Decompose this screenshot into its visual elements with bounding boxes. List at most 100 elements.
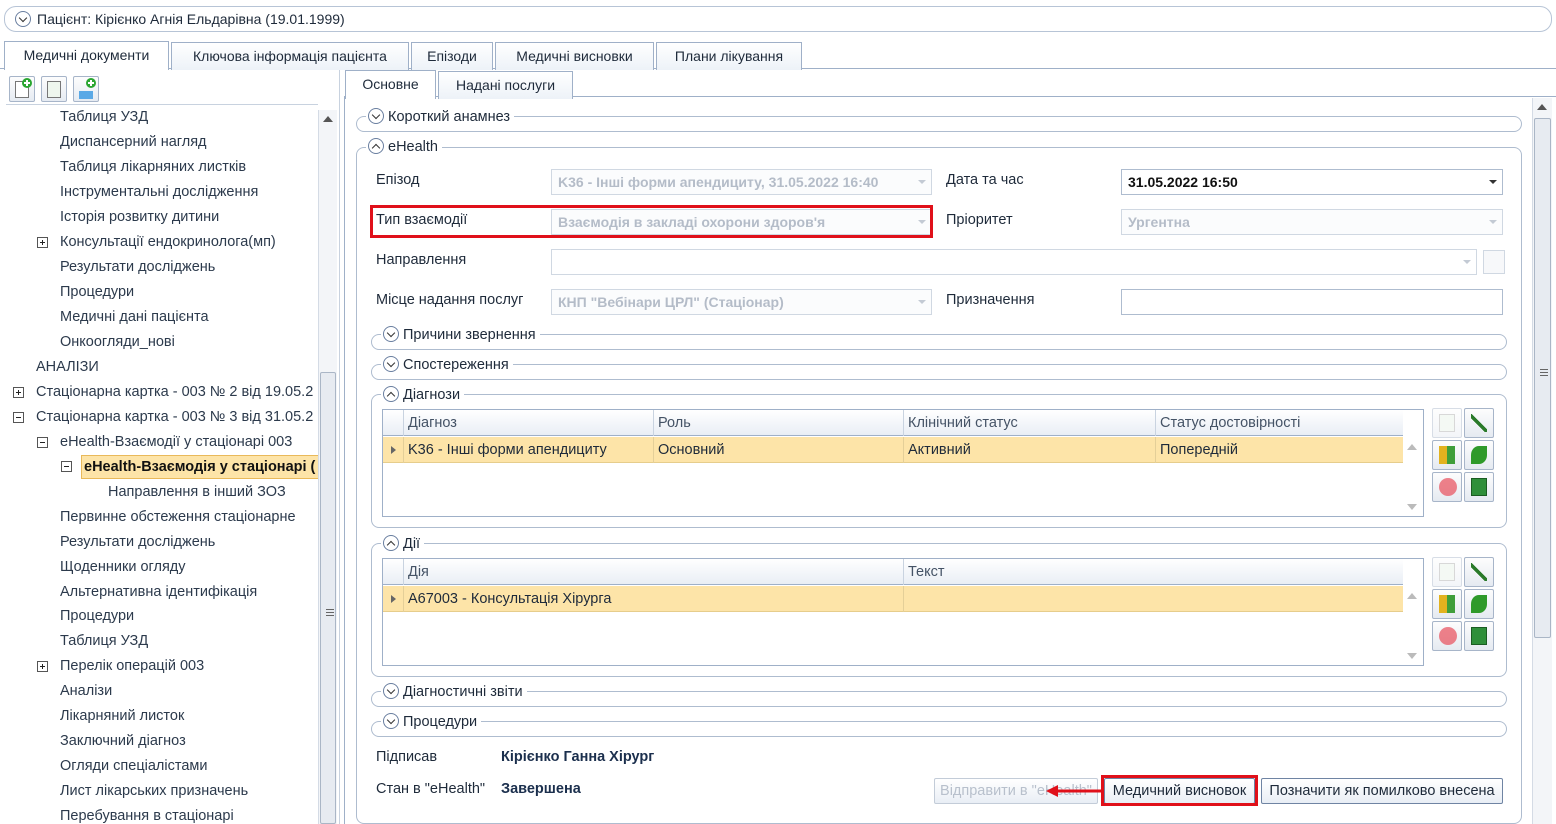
datetime-picker[interactable]: 31.05.2022 16:50 bbox=[1121, 169, 1503, 195]
expand-plus-icon[interactable] bbox=[37, 237, 48, 248]
tree-item[interactable]: Огляди спеціалістами bbox=[60, 755, 207, 779]
tree-item[interactable]: Перелік операцій 003 bbox=[60, 655, 204, 679]
link-button[interactable] bbox=[1464, 589, 1494, 619]
tab-medical-documents[interactable]: Медичні документи bbox=[4, 41, 169, 70]
tree-item[interactable]: Консультації ендокринолога(мп) bbox=[60, 231, 276, 255]
column-text[interactable]: Текст bbox=[903, 559, 1403, 585]
add-document-button[interactable] bbox=[9, 76, 35, 102]
tree-scroll-thumb[interactable] bbox=[320, 372, 336, 824]
tab-provided-services[interactable]: Надані послуги bbox=[438, 71, 573, 99]
collapse-minus-icon[interactable] bbox=[61, 461, 72, 472]
short-anamnesis-header[interactable]: Короткий анамнез bbox=[366, 107, 515, 126]
chevron-up-icon[interactable] bbox=[383, 534, 399, 551]
observations-header[interactable]: Спостереження bbox=[381, 355, 513, 374]
tree-item[interactable]: Таблиця лікарняних листків bbox=[60, 156, 246, 180]
tree-item[interactable]: Медичні дані пацієнта bbox=[60, 306, 209, 330]
tree-item[interactable]: Лист лікарських призначень bbox=[60, 780, 248, 804]
collapse-minus-icon[interactable] bbox=[37, 437, 48, 448]
delete-button[interactable] bbox=[1432, 621, 1462, 651]
tree-item[interactable]: Заключний діагноз bbox=[60, 730, 186, 754]
chevron-down-icon[interactable] bbox=[383, 355, 399, 372]
delete-button[interactable] bbox=[1432, 472, 1462, 502]
add-diagnosis-button[interactable] bbox=[1432, 408, 1462, 438]
tree-scrollbar[interactable] bbox=[318, 110, 337, 824]
add-copy-button[interactable] bbox=[41, 76, 67, 102]
scroll-up-arrow-icon[interactable] bbox=[1407, 444, 1417, 450]
books-button[interactable] bbox=[1432, 589, 1462, 619]
books-button[interactable] bbox=[1432, 440, 1462, 470]
tree-item[interactable]: Процедури bbox=[60, 281, 134, 305]
reasons-header[interactable]: Причини звернення bbox=[381, 325, 540, 344]
collapse-minus-icon[interactable] bbox=[13, 412, 24, 423]
tools-button[interactable] bbox=[1464, 557, 1494, 587]
chevron-down-icon[interactable] bbox=[383, 325, 399, 342]
tree-item[interactable]: Онкоогляди_нові bbox=[60, 331, 175, 355]
column-diagnosis[interactable]: Діагноз bbox=[403, 410, 653, 436]
diagnostic-reports-header[interactable]: Діагностичні звіти bbox=[381, 682, 527, 701]
column-clinical-status[interactable]: Клінічний статус bbox=[903, 410, 1155, 436]
mark-as-error-button[interactable]: Позначити як помилково внесена bbox=[1261, 778, 1503, 804]
edit-referral-icon[interactable] bbox=[1483, 250, 1505, 274]
tree-item[interactable]: Історія розвитку дитини bbox=[60, 206, 219, 230]
chevron-up-icon[interactable] bbox=[383, 385, 399, 402]
expand-plus-icon[interactable] bbox=[37, 661, 48, 672]
table-export-button[interactable] bbox=[1464, 472, 1494, 502]
ehealth-header[interactable]: eHealth bbox=[366, 137, 442, 156]
scroll-down-arrow-icon[interactable] bbox=[1407, 653, 1417, 659]
add-action-button[interactable] bbox=[1432, 557, 1462, 587]
table-row[interactable]: K36 - Інші форми апендициту Основний Акт… bbox=[383, 437, 1403, 463]
tree-item[interactable]: eHealth-Взаємодії у стаціонарі 003 bbox=[60, 431, 292, 455]
purpose-input[interactable] bbox=[1121, 289, 1503, 315]
tab-medical-conclusions[interactable]: Медичні висновки bbox=[495, 42, 654, 70]
scroll-up-arrow-icon[interactable] bbox=[1407, 593, 1417, 599]
tab-treatment-plans[interactable]: Плани лікування bbox=[656, 42, 802, 70]
table-export-button[interactable] bbox=[1464, 621, 1494, 651]
procedures-header[interactable]: Процедури bbox=[381, 712, 482, 731]
tools-button[interactable] bbox=[1464, 408, 1494, 438]
diagnoses-header[interactable]: Діагнози bbox=[381, 385, 465, 404]
tree-item[interactable]: Перебування в стаціонарі bbox=[60, 805, 234, 824]
tree-item[interactable]: Первинне обстеження стаціонарне bbox=[60, 506, 296, 530]
tree-item[interactable]: АНАЛІЗИ bbox=[36, 356, 99, 380]
tree-item[interactable]: Аналізи bbox=[60, 680, 112, 704]
priority-select[interactable]: Ургентна bbox=[1121, 209, 1503, 235]
referral-select[interactable] bbox=[551, 249, 1477, 275]
chevron-down-icon[interactable] bbox=[383, 712, 399, 729]
tree-item[interactable]: Стаціонарна картка - 003 № 2 від 19.05.2 bbox=[36, 381, 313, 405]
form-scrollbar[interactable] bbox=[1532, 98, 1552, 824]
tree-item[interactable]: Альтернативна ідентифікація bbox=[60, 581, 257, 605]
grid-scrollbar[interactable] bbox=[1403, 436, 1423, 516]
scroll-down-arrow-icon[interactable] bbox=[1407, 504, 1417, 510]
column-role[interactable]: Роль bbox=[653, 410, 903, 436]
tab-key-patient-info[interactable]: Ключова інформація пацієнта bbox=[171, 42, 409, 70]
tree-item[interactable]: Стаціонарна картка - 003 № 3 від 31.05.2 bbox=[36, 406, 313, 430]
table-row[interactable]: A67003 - Консультація Хірурга bbox=[383, 586, 1403, 612]
grid-scrollbar[interactable] bbox=[1403, 585, 1423, 665]
tree-item[interactable]: Щоденники огляду bbox=[60, 556, 186, 580]
place-select[interactable]: КНП "Вебінари ЦРЛ" (Стаціонар) bbox=[551, 289, 932, 315]
column-verification-status[interactable]: Статус достовірності bbox=[1155, 410, 1403, 436]
chevron-up-icon[interactable] bbox=[368, 137, 384, 154]
actions-header[interactable]: Дії bbox=[381, 534, 425, 553]
form-scroll-thumb[interactable] bbox=[1534, 118, 1551, 638]
scroll-up-arrow-icon[interactable] bbox=[1537, 104, 1547, 110]
add-item-button[interactable] bbox=[73, 76, 99, 102]
tree-item[interactable]: Результати досліджень bbox=[60, 531, 215, 555]
tree-item[interactable]: Процедури bbox=[60, 605, 134, 629]
tab-episodes[interactable]: Епізоди bbox=[411, 42, 493, 70]
tree-item[interactable]: Інструментальні дослідження bbox=[60, 181, 258, 205]
tree-item[interactable]: Направлення в інший ЗОЗ bbox=[108, 481, 286, 505]
collapse-patient-chevron-icon[interactable] bbox=[15, 11, 31, 27]
chevron-down-icon[interactable] bbox=[383, 682, 399, 699]
tree-item[interactable]: Результати досліджень bbox=[60, 256, 215, 280]
tree-item[interactable]: Диспансерний нагляд bbox=[60, 131, 207, 155]
column-action[interactable]: Дія bbox=[403, 559, 903, 585]
tree-item[interactable]: Таблиця УЗД bbox=[60, 106, 148, 130]
episode-select[interactable]: K36 - Інші форми апендициту, 31.05.2022 … bbox=[551, 169, 932, 195]
tree-item-selected[interactable]: eHealth-Взаємодія у стаціонарі ( bbox=[81, 455, 318, 479]
tree-item[interactable]: Лікарняний листок bbox=[60, 705, 184, 729]
link-button[interactable] bbox=[1464, 440, 1494, 470]
tab-main[interactable]: Основне bbox=[345, 70, 436, 99]
chevron-down-icon[interactable] bbox=[368, 107, 384, 124]
expand-plus-icon[interactable] bbox=[13, 387, 24, 398]
